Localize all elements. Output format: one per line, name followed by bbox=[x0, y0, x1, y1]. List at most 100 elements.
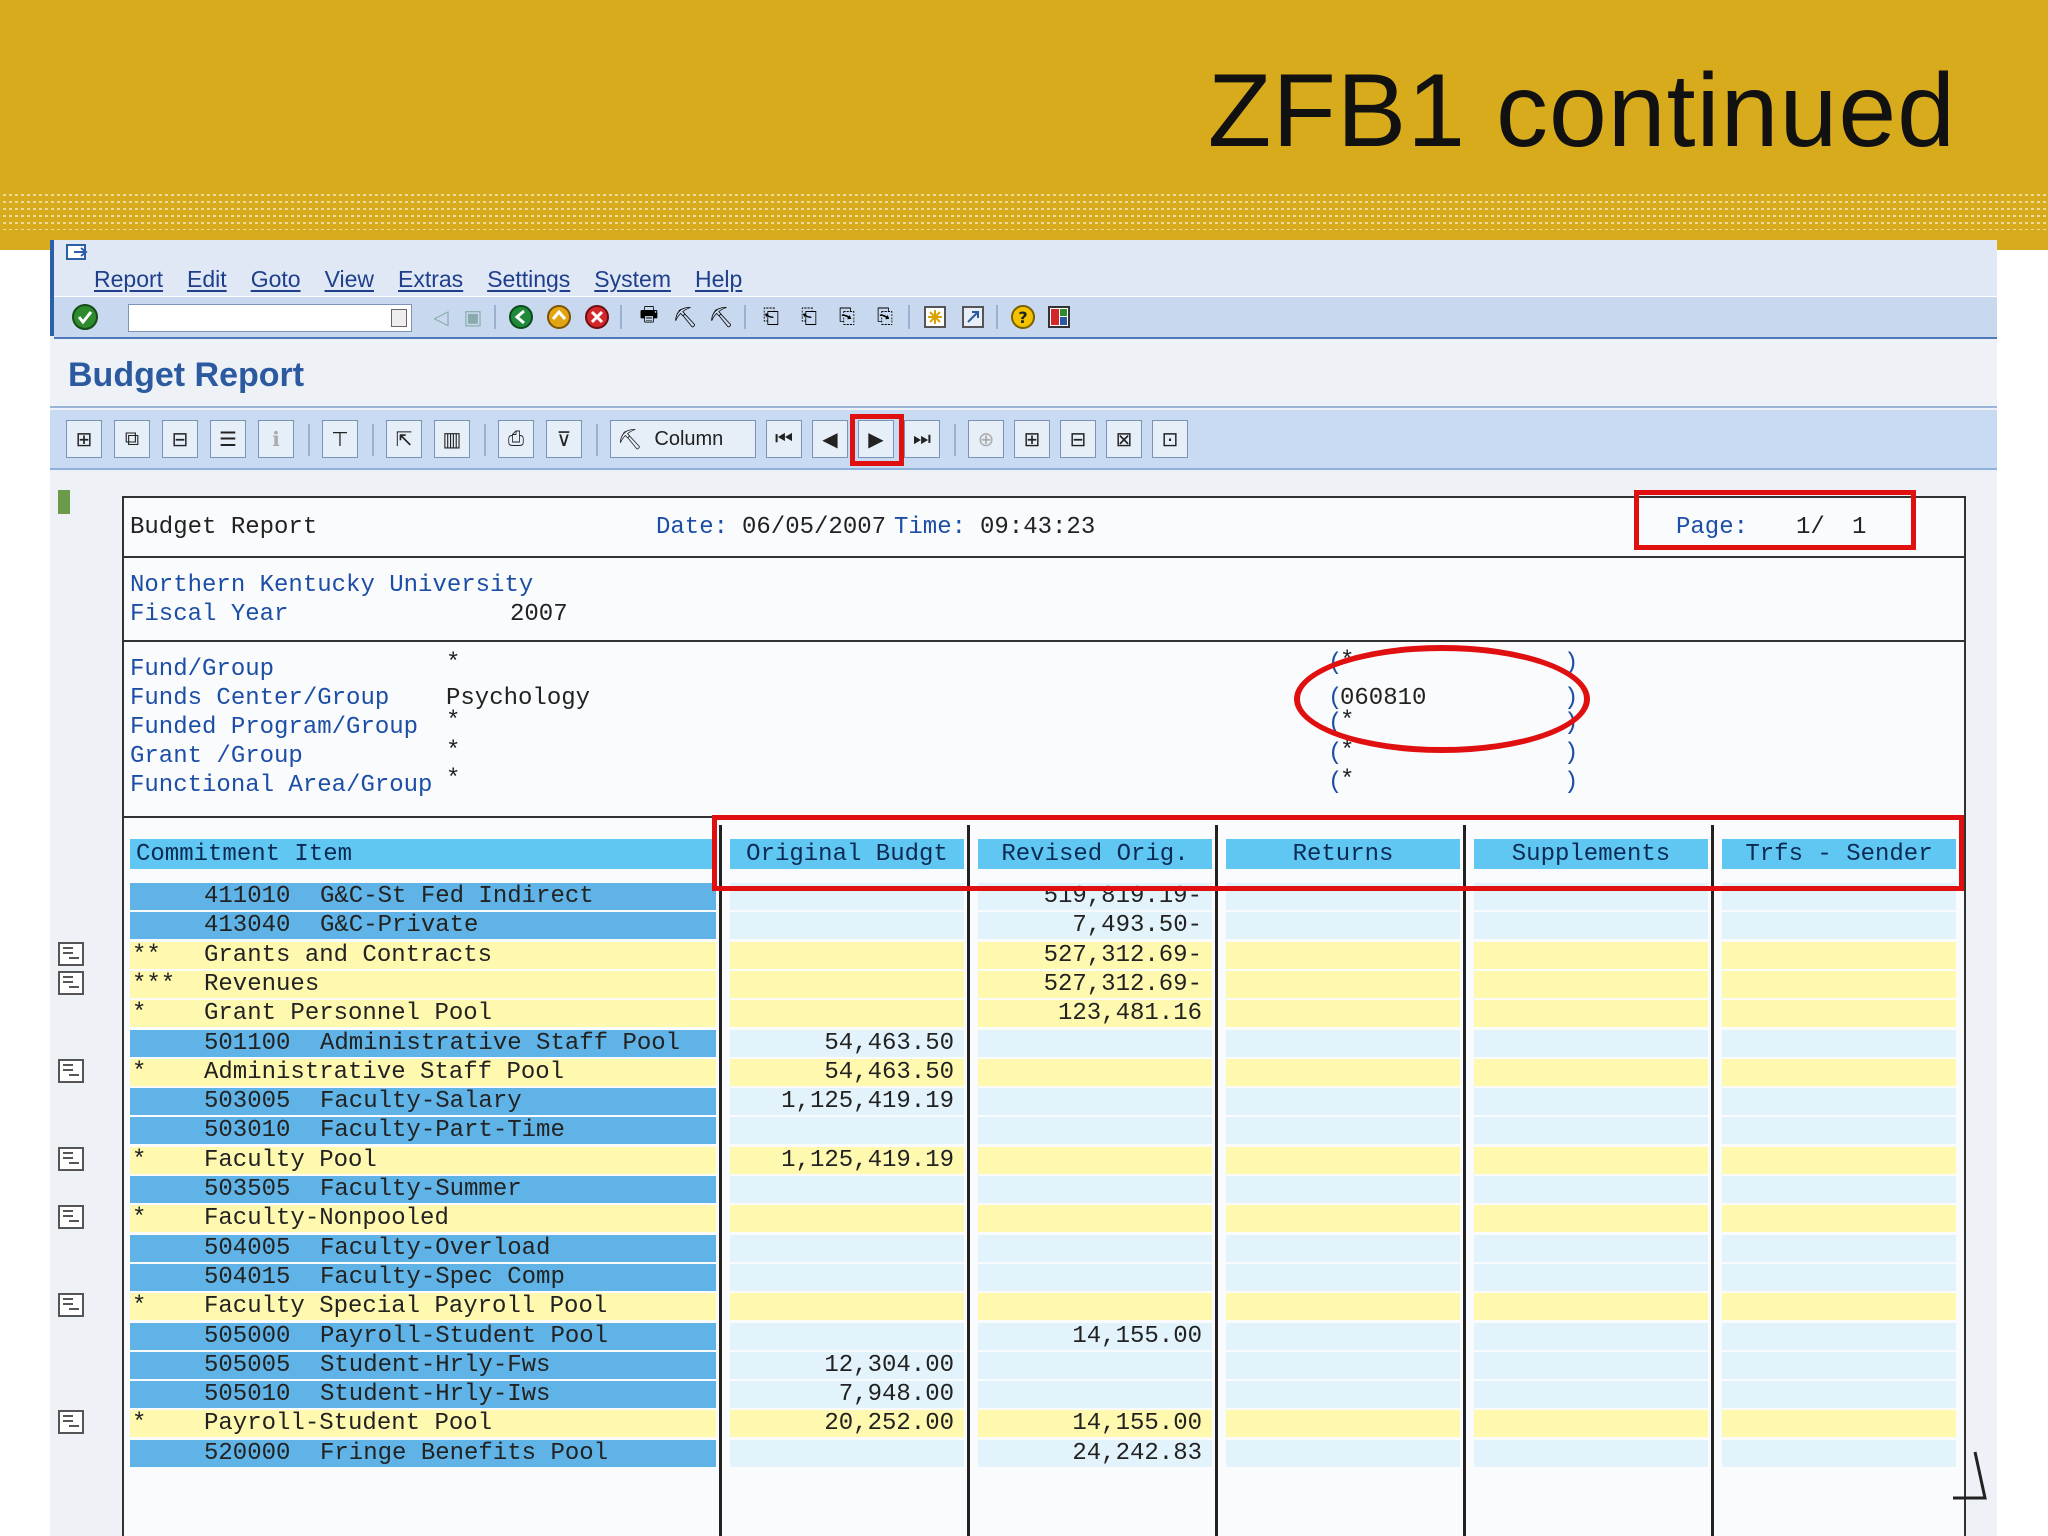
supplements-cell[interactable] bbox=[1474, 1117, 1708, 1144]
revised-orig-cell[interactable] bbox=[978, 1117, 1212, 1144]
menu-view[interactable]: View bbox=[325, 266, 374, 296]
revised-orig-cell[interactable]: 527,312.69- bbox=[978, 971, 1212, 998]
drilldown-icon[interactable]: ⊡ bbox=[1152, 420, 1188, 458]
original-budget-cell[interactable] bbox=[730, 942, 964, 969]
returns-cell[interactable] bbox=[1226, 1410, 1460, 1437]
revised-orig-cell[interactable] bbox=[978, 1088, 1212, 1115]
hierarchy-node-icon[interactable] bbox=[58, 1147, 84, 1171]
shortcut-icon[interactable] bbox=[958, 303, 988, 331]
previous-column-icon[interactable]: ◀ bbox=[812, 420, 848, 458]
transfers-sender-cell[interactable] bbox=[1722, 1323, 1956, 1350]
transfers-sender-cell[interactable] bbox=[1722, 1410, 1956, 1437]
supplements-cell[interactable] bbox=[1474, 1264, 1708, 1291]
revised-orig-cell[interactable]: 14,155.00 bbox=[978, 1410, 1212, 1437]
returns-cell[interactable] bbox=[1226, 912, 1460, 939]
find-next-icon[interactable]: ⛏ bbox=[706, 303, 736, 331]
returns-cell[interactable] bbox=[1226, 1440, 1460, 1467]
supplements-cell[interactable] bbox=[1474, 1088, 1708, 1115]
revised-orig-cell[interactable] bbox=[978, 1059, 1212, 1086]
commitment-item-cell[interactable]: *** Revenues bbox=[130, 971, 716, 998]
find-icon[interactable]: ⛏ bbox=[670, 303, 700, 331]
returns-cell[interactable] bbox=[1226, 1264, 1460, 1291]
returns-cell[interactable] bbox=[1226, 1323, 1460, 1350]
exit-icon[interactable] bbox=[544, 303, 574, 331]
column-button[interactable]: ⛏ Column bbox=[610, 420, 756, 458]
back-icon[interactable] bbox=[506, 303, 536, 331]
supplements-cell[interactable] bbox=[1474, 1381, 1708, 1408]
revised-orig-cell[interactable]: 14,155.00 bbox=[978, 1323, 1212, 1350]
supplements-cell[interactable] bbox=[1474, 1205, 1708, 1232]
original-budget-cell[interactable] bbox=[730, 1205, 964, 1232]
commitment-item-cell[interactable]: 503005 Faculty-Salary bbox=[130, 1088, 716, 1115]
last-page-icon[interactable]: ⎘ bbox=[870, 303, 900, 331]
commitment-item-cell[interactable]: 411010 G&C-St Fed Indirect bbox=[130, 883, 716, 910]
supplements-cell[interactable] bbox=[1474, 1323, 1708, 1350]
commitment-item-cell[interactable]: 505005 Student-Hrly-Fws bbox=[130, 1352, 716, 1379]
cancel-icon[interactable] bbox=[582, 303, 612, 331]
returns-cell[interactable] bbox=[1226, 1030, 1460, 1057]
print-preview-icon[interactable]: ⎙ bbox=[498, 420, 534, 458]
original-budget-cell[interactable]: 7,948.00 bbox=[730, 1381, 964, 1408]
transfers-sender-cell[interactable] bbox=[1722, 1352, 1956, 1379]
returns-cell[interactable] bbox=[1226, 1381, 1460, 1408]
supplements-cell[interactable] bbox=[1474, 971, 1708, 998]
transfers-sender-cell[interactable] bbox=[1722, 1147, 1956, 1174]
commitment-item-cell[interactable]: * Faculty Special Payroll Pool bbox=[130, 1293, 716, 1320]
save-icon[interactable]: ▣ bbox=[458, 303, 488, 331]
menu-help[interactable]: Help bbox=[695, 266, 742, 296]
transfers-sender-cell[interactable] bbox=[1722, 971, 1956, 998]
revised-orig-cell[interactable]: 24,242.83 bbox=[978, 1440, 1212, 1467]
transfers-sender-cell[interactable] bbox=[1722, 1235, 1956, 1262]
transfers-sender-cell[interactable] bbox=[1722, 1088, 1956, 1115]
commitment-item-cell[interactable]: * Grant Personnel Pool bbox=[130, 1000, 716, 1027]
first-page-icon[interactable]: ⎗ bbox=[756, 303, 786, 331]
revised-orig-cell[interactable] bbox=[978, 1264, 1212, 1291]
transfers-sender-cell[interactable] bbox=[1722, 1264, 1956, 1291]
commitment-item-cell[interactable]: 520000 Fringe Benefits Pool bbox=[130, 1440, 716, 1467]
transfers-sender-cell[interactable] bbox=[1722, 1440, 1956, 1467]
supplements-cell[interactable] bbox=[1474, 1410, 1708, 1437]
revised-orig-cell[interactable] bbox=[978, 1176, 1212, 1203]
supplements-cell[interactable] bbox=[1474, 942, 1708, 969]
original-budget-cell[interactable] bbox=[730, 1235, 964, 1262]
supplements-cell[interactable] bbox=[1474, 1235, 1708, 1262]
transfers-sender-cell[interactable] bbox=[1722, 1059, 1956, 1086]
commitment-item-cell[interactable]: ** Grants and Contracts bbox=[130, 942, 716, 969]
create-session-icon[interactable] bbox=[920, 303, 950, 331]
revised-orig-cell[interactable] bbox=[978, 1205, 1212, 1232]
columns-icon[interactable]: ▥ bbox=[434, 420, 470, 458]
revised-orig-cell[interactable]: 123,481.16 bbox=[978, 1000, 1212, 1027]
revised-orig-cell[interactable] bbox=[978, 1381, 1212, 1408]
original-budget-cell[interactable]: 12,304.00 bbox=[730, 1352, 964, 1379]
info-icon[interactable]: ℹ bbox=[258, 420, 294, 458]
command-dropdown-icon[interactable] bbox=[391, 309, 407, 327]
first-column-icon[interactable]: ⏮ bbox=[766, 420, 802, 458]
transfers-sender-cell[interactable] bbox=[1722, 1117, 1956, 1144]
menu-system[interactable]: System bbox=[594, 266, 671, 296]
revised-orig-cell[interactable] bbox=[978, 1147, 1212, 1174]
revised-orig-cell[interactable] bbox=[978, 1352, 1212, 1379]
menu-edit[interactable]: Edit bbox=[187, 266, 227, 296]
supplements-cell[interactable] bbox=[1474, 1147, 1708, 1174]
revised-orig-cell[interactable]: 7,493.50- bbox=[978, 912, 1212, 939]
commitment-item-cell[interactable]: * Payroll-Student Pool bbox=[130, 1410, 716, 1437]
transfers-sender-cell[interactable] bbox=[1722, 1000, 1956, 1027]
hierarchy-level-icon[interactable]: ⊠ bbox=[1106, 420, 1142, 458]
list-icon[interactable]: ☰ bbox=[210, 420, 246, 458]
supplements-cell[interactable] bbox=[1474, 1000, 1708, 1027]
supplements-cell[interactable] bbox=[1474, 1440, 1708, 1467]
original-budget-cell[interactable] bbox=[730, 1117, 964, 1144]
hierarchy-node-icon[interactable] bbox=[58, 1410, 84, 1434]
transfers-sender-cell[interactable] bbox=[1722, 912, 1956, 939]
original-budget-cell[interactable] bbox=[730, 1293, 964, 1320]
menu-icon[interactable] bbox=[66, 244, 88, 262]
hierarchy-node-icon[interactable] bbox=[58, 971, 84, 995]
original-budget-cell[interactable] bbox=[730, 1323, 964, 1350]
original-budget-cell[interactable]: 54,463.50 bbox=[730, 1059, 964, 1086]
last-column-icon[interactable]: ⏭ bbox=[904, 420, 940, 458]
commitment-item-cell[interactable]: * Faculty Pool bbox=[130, 1147, 716, 1174]
supplements-cell[interactable] bbox=[1474, 1293, 1708, 1320]
enter-icon[interactable] bbox=[70, 303, 100, 331]
original-budget-cell[interactable] bbox=[730, 912, 964, 939]
hierarchy-icon[interactable]: ⊞ bbox=[66, 420, 102, 458]
